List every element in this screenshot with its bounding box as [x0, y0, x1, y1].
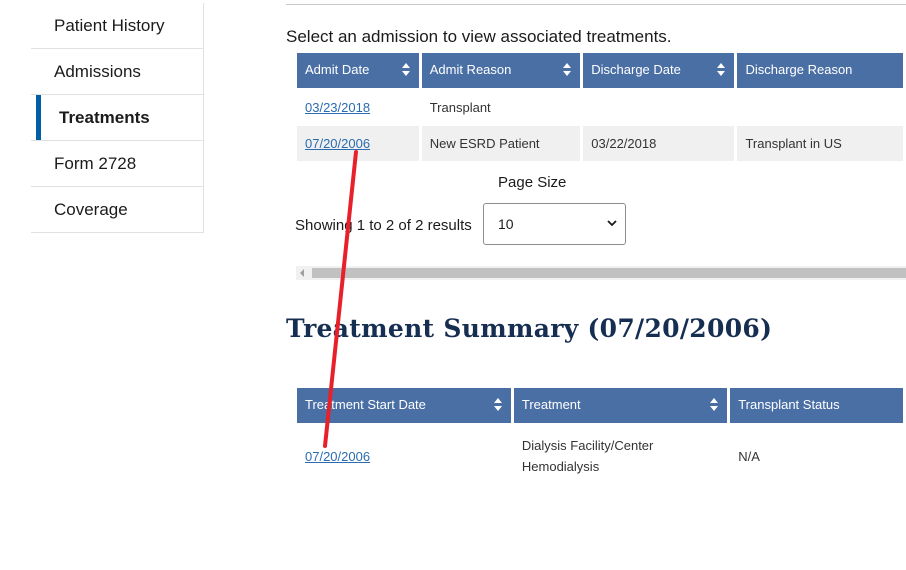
discharge-reason-cell: Transplant in US — [737, 126, 903, 161]
column-header-discharge-reason[interactable]: Discharge Reason — [737, 53, 903, 88]
sort-icon[interactable] — [710, 398, 719, 412]
sidebar-item-treatments[interactable]: Treatments — [31, 95, 203, 141]
column-header-label: Treatment — [521, 397, 581, 412]
table-row: 03/23/2018 Transplant — [297, 88, 903, 126]
top-divider — [286, 4, 906, 5]
discharge-date-cell: 03/22/2018 — [583, 126, 735, 161]
admit-reason-cell: Transplant — [429, 99, 491, 115]
sidebar-item-coverage[interactable]: Coverage — [31, 187, 203, 233]
column-header-label: Admit Reason — [429, 62, 512, 77]
sidebar-nav: Patient History Admissions Treatments Fo… — [31, 3, 204, 233]
table-row: 07/20/2006 Dialysis Facility/Center Hemod… — [297, 423, 903, 489]
treatment-start-date-link[interactable]: 07/20/2006 — [305, 449, 370, 464]
page-size-label: Page Size — [498, 174, 567, 191]
sort-icon[interactable] — [563, 63, 572, 77]
column-header-treatment[interactable]: Treatment — [513, 388, 728, 423]
admit-reason-cell: New ESRD Patient — [421, 126, 581, 161]
treatment-line: Hemodialysis — [521, 459, 600, 474]
column-header-label: Transplant Status — [738, 397, 840, 412]
chevron-down-icon — [607, 220, 617, 227]
admit-date-link[interactable]: 07/20/2006 — [305, 136, 370, 151]
horizontal-scrollbar[interactable] — [296, 266, 906, 280]
sort-icon[interactable] — [401, 63, 411, 77]
column-header-label: Discharge Reason — [745, 62, 853, 77]
scrollbar-thumb[interactable] — [312, 268, 906, 278]
discharge-date-cell — [583, 88, 734, 126]
sort-icon[interactable] — [717, 63, 726, 77]
treatments-table: Treatment Start Date Treatment Transplan… — [294, 388, 906, 489]
column-header-treatment-start-date[interactable]: Treatment Start Date — [297, 388, 511, 423]
column-header-label: Admit Date — [305, 62, 370, 77]
sidebar-item-admissions[interactable]: Admissions — [31, 49, 203, 95]
page-size-value: 10 — [498, 216, 514, 232]
admit-date-link[interactable]: 03/23/2018 — [305, 100, 370, 115]
discharge-reason-cell — [737, 88, 903, 126]
treatment-line: Dialysis Facility/Center — [521, 438, 654, 453]
treatment-start-date-cell: 07/20/2006 — [297, 423, 511, 489]
admit-date-cell: 07/20/2006 — [297, 126, 419, 161]
column-header-discharge-date[interactable]: Discharge Date — [583, 53, 735, 88]
column-header-transplant-status[interactable]: Transplant Status — [730, 388, 903, 423]
scroll-left-arrow-icon[interactable] — [300, 269, 304, 277]
treatment-summary-title: Treatment Summary (07/20/2006) — [286, 314, 773, 343]
treatment-cell: Dialysis Facility/Center Hemodialysis — [514, 423, 727, 489]
admissions-instruction: Select an admission to view associated t… — [286, 27, 672, 46]
table-row: 07/20/2006 New ESRD Patient 03/22/2018 T… — [297, 126, 903, 161]
column-header-admit-reason[interactable]: Admit Reason — [421, 53, 581, 88]
sort-icon[interactable] — [493, 398, 503, 412]
transplant-status-cell: N/A — [738, 448, 760, 464]
admissions-table: Admit Date Admit Reason Discharge Date D… — [294, 53, 906, 161]
sidebar-item-patient-history[interactable]: Patient History — [31, 3, 203, 49]
results-count: Showing 1 to 2 of 2 results — [295, 217, 472, 234]
admit-date-cell: 03/23/2018 — [297, 88, 419, 126]
page-size-select[interactable]: 10 — [483, 203, 626, 245]
column-header-label: Discharge Date — [591, 62, 681, 77]
column-header-admit-date[interactable]: Admit Date — [297, 53, 419, 88]
sidebar-item-form-2728[interactable]: Form 2728 — [31, 141, 203, 187]
column-header-label: Treatment Start Date — [305, 397, 426, 412]
